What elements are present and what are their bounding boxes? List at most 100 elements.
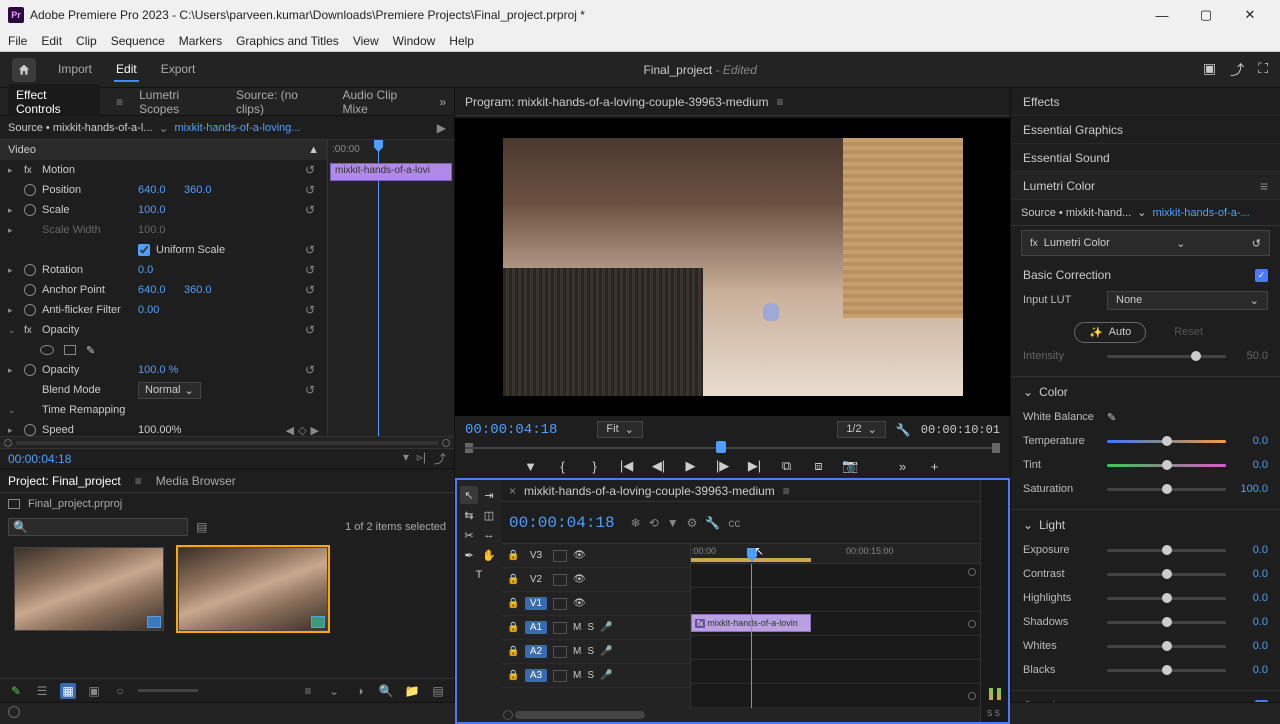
- close-button[interactable]: ✕: [1228, 0, 1272, 30]
- scrub-playhead-icon[interactable]: [716, 441, 726, 453]
- color-header[interactable]: ⌄Color: [1023, 385, 1268, 399]
- menu-view[interactable]: View: [353, 34, 379, 48]
- wrench-icon[interactable]: 🔧: [705, 516, 720, 530]
- tab-audio-mixer[interactable]: Audio Clip Mixe: [342, 88, 423, 116]
- workspace-icon[interactable]: ▣: [1203, 60, 1216, 80]
- pen-tool[interactable]: ✒: [460, 546, 478, 564]
- program-timecode[interactable]: 00:00:04:18: [465, 422, 557, 438]
- basic-correction-header[interactable]: Basic Correction ✓: [1023, 268, 1268, 282]
- play-button[interactable]: ▶: [682, 458, 700, 474]
- sequence-name[interactable]: mixkit-hands-of-a-loving-couple-39963-me…: [524, 484, 775, 498]
- add-marker-icon[interactable]: ▼: [522, 459, 540, 474]
- collapse-icon[interactable]: ▲: [308, 144, 319, 156]
- hand-tool[interactable]: ✋: [480, 546, 498, 564]
- blacks-slider[interactable]: Blacks0.0: [1023, 658, 1268, 682]
- highlights-slider[interactable]: Highlights0.0: [1023, 586, 1268, 610]
- razor-tool[interactable]: ✂: [460, 526, 478, 544]
- goto-out-icon[interactable]: ▶|: [746, 458, 764, 474]
- track-a3[interactable]: 🔒A3MS🎤: [501, 664, 690, 688]
- step-back-icon[interactable]: ◀|: [650, 458, 668, 474]
- export-frame-icon[interactable]: 📷: [842, 458, 860, 474]
- chevron-down-icon[interactable]: ⌄: [158, 121, 168, 135]
- mode-edit[interactable]: Edit: [114, 58, 139, 82]
- timeline-ruler[interactable]: :00:00 00:00:15:00 ↖: [691, 544, 980, 564]
- extract-icon[interactable]: ⧈: [810, 458, 828, 474]
- contrast-slider[interactable]: Contrast0.0: [1023, 562, 1268, 586]
- creative-checkbox[interactable]: ✓: [1255, 700, 1268, 703]
- uniform-scale-checkbox[interactable]: [138, 244, 150, 256]
- type-tool[interactable]: T: [470, 566, 488, 584]
- list-view-icon[interactable]: ☰: [34, 683, 50, 699]
- filter-icon[interactable]: ▾: [403, 450, 409, 467]
- tabs-overflow-icon[interactable]: »: [439, 95, 446, 109]
- ellipse-mask-icon[interactable]: [40, 345, 54, 355]
- slip-tool[interactable]: ↔: [480, 526, 498, 544]
- pencil-icon[interactable]: ✎: [8, 683, 24, 699]
- timeline-timecode[interactable]: 00:00:04:18: [509, 514, 615, 532]
- program-video[interactable]: [455, 118, 1010, 416]
- ec-timecode[interactable]: 00:00:04:18: [8, 452, 71, 466]
- label-icon[interactable]: ◑: [352, 683, 368, 699]
- whites-slider[interactable]: Whites0.0: [1023, 634, 1268, 658]
- add-button-icon[interactable]: +: [926, 459, 944, 474]
- project-item-2[interactable]: [178, 547, 328, 631]
- ec-mini-timeline[interactable]: :00:00 mixkit-hands-of-a-lovi: [328, 140, 454, 436]
- ec-mask-tools[interactable]: ✎: [0, 340, 327, 360]
- panel-menu-icon[interactable]: ≡: [1260, 178, 1268, 194]
- zoom-in-icon[interactable]: [442, 439, 450, 447]
- close-seq-icon[interactable]: ×: [509, 484, 516, 498]
- tab-essential-graphics[interactable]: Essential Graphics: [1011, 116, 1280, 144]
- link-icon[interactable]: ⟲: [649, 516, 659, 530]
- menu-file[interactable]: File: [8, 34, 27, 48]
- temperature-slider[interactable]: Temperature0.0: [1023, 429, 1268, 453]
- selection-tool[interactable]: ↖: [460, 486, 478, 504]
- pen-mask-icon[interactable]: ✎: [86, 344, 95, 357]
- project-search-input[interactable]: 🔍: [8, 518, 188, 536]
- reset-icon[interactable]: ↺: [305, 163, 319, 177]
- freeform-icon[interactable]: ▣: [86, 683, 102, 699]
- chevron-down-icon[interactable]: ⌄: [1137, 206, 1146, 219]
- shadows-slider[interactable]: Shadows0.0: [1023, 610, 1268, 634]
- menu-help[interactable]: Help: [449, 34, 474, 48]
- menu-sequence[interactable]: Sequence: [111, 34, 165, 48]
- mode-import[interactable]: Import: [56, 58, 94, 82]
- ec-motion-group[interactable]: ▸fx Motion ↺: [0, 160, 327, 180]
- tab-effects[interactable]: Effects: [1011, 88, 1280, 116]
- fullscreen-icon[interactable]: ⛶: [1258, 60, 1268, 80]
- new-bin-icon[interactable]: 📁: [404, 683, 420, 699]
- tl-vzoom1-icon[interactable]: [968, 568, 976, 576]
- zoom-out-icon[interactable]: [4, 439, 12, 447]
- mark-in-button[interactable]: {: [554, 459, 572, 474]
- basic-checkbox[interactable]: ✓: [1255, 269, 1268, 282]
- view-icon[interactable]: ▤: [196, 520, 207, 534]
- ec-antiflicker[interactable]: ▸ Anti-flicker Filter 0.00 ↺: [0, 300, 327, 320]
- exposure-slider[interactable]: Exposure0.0: [1023, 538, 1268, 562]
- snap-icon[interactable]: ❄: [631, 516, 641, 530]
- lumetri-effect-dropdown[interactable]: fx Lumetri Color ⌄ ↺: [1021, 230, 1270, 256]
- tab-lumetri-color[interactable]: Lumetri Color≡: [1011, 172, 1280, 200]
- track-a1[interactable]: 🔒A1MS🎤: [501, 616, 690, 640]
- goto-in-icon[interactable]: |◀: [618, 458, 636, 474]
- prev-key-icon[interactable]: ◀: [286, 424, 294, 437]
- reset-button[interactable]: Reset: [1160, 323, 1217, 341]
- ec-tl-clip[interactable]: mixkit-hands-of-a-lovi: [330, 163, 452, 181]
- creative-section[interactable]: Creative✓: [1011, 691, 1280, 702]
- project-item-1[interactable]: [14, 547, 164, 631]
- stopwatch-icon[interactable]: [24, 184, 36, 196]
- menu-graphics[interactable]: Graphics and Titles: [236, 34, 339, 48]
- ec-speed[interactable]: ▸ Speed 100.00% ◀◇▶: [0, 420, 327, 436]
- ec-opacity-val[interactable]: ▸ Opacity 100.0 % ↺: [0, 360, 327, 380]
- tab-menu-icon[interactable]: ≡: [116, 95, 123, 109]
- tab-essential-sound[interactable]: Essential Sound: [1011, 144, 1280, 172]
- menu-edit[interactable]: Edit: [41, 34, 62, 48]
- blend-mode-dropdown[interactable]: Normal⌄: [138, 382, 201, 399]
- mode-export[interactable]: Export: [159, 58, 198, 82]
- input-lut-dropdown[interactable]: None⌄: [1107, 291, 1268, 310]
- tl-vzoom3-icon[interactable]: [968, 692, 976, 700]
- light-header[interactable]: ⌄Light: [1023, 518, 1268, 532]
- white-balance-row[interactable]: White Balance ✎: [1023, 405, 1268, 429]
- ec-icon-2[interactable]: ⤴: [434, 450, 446, 467]
- ec-icon-1[interactable]: ▹|: [417, 450, 426, 467]
- ec-clip-label[interactable]: mixkit-hands-of-a-loving...: [175, 122, 301, 134]
- ec-position[interactable]: Position 640.0 360.0 ↺: [0, 180, 327, 200]
